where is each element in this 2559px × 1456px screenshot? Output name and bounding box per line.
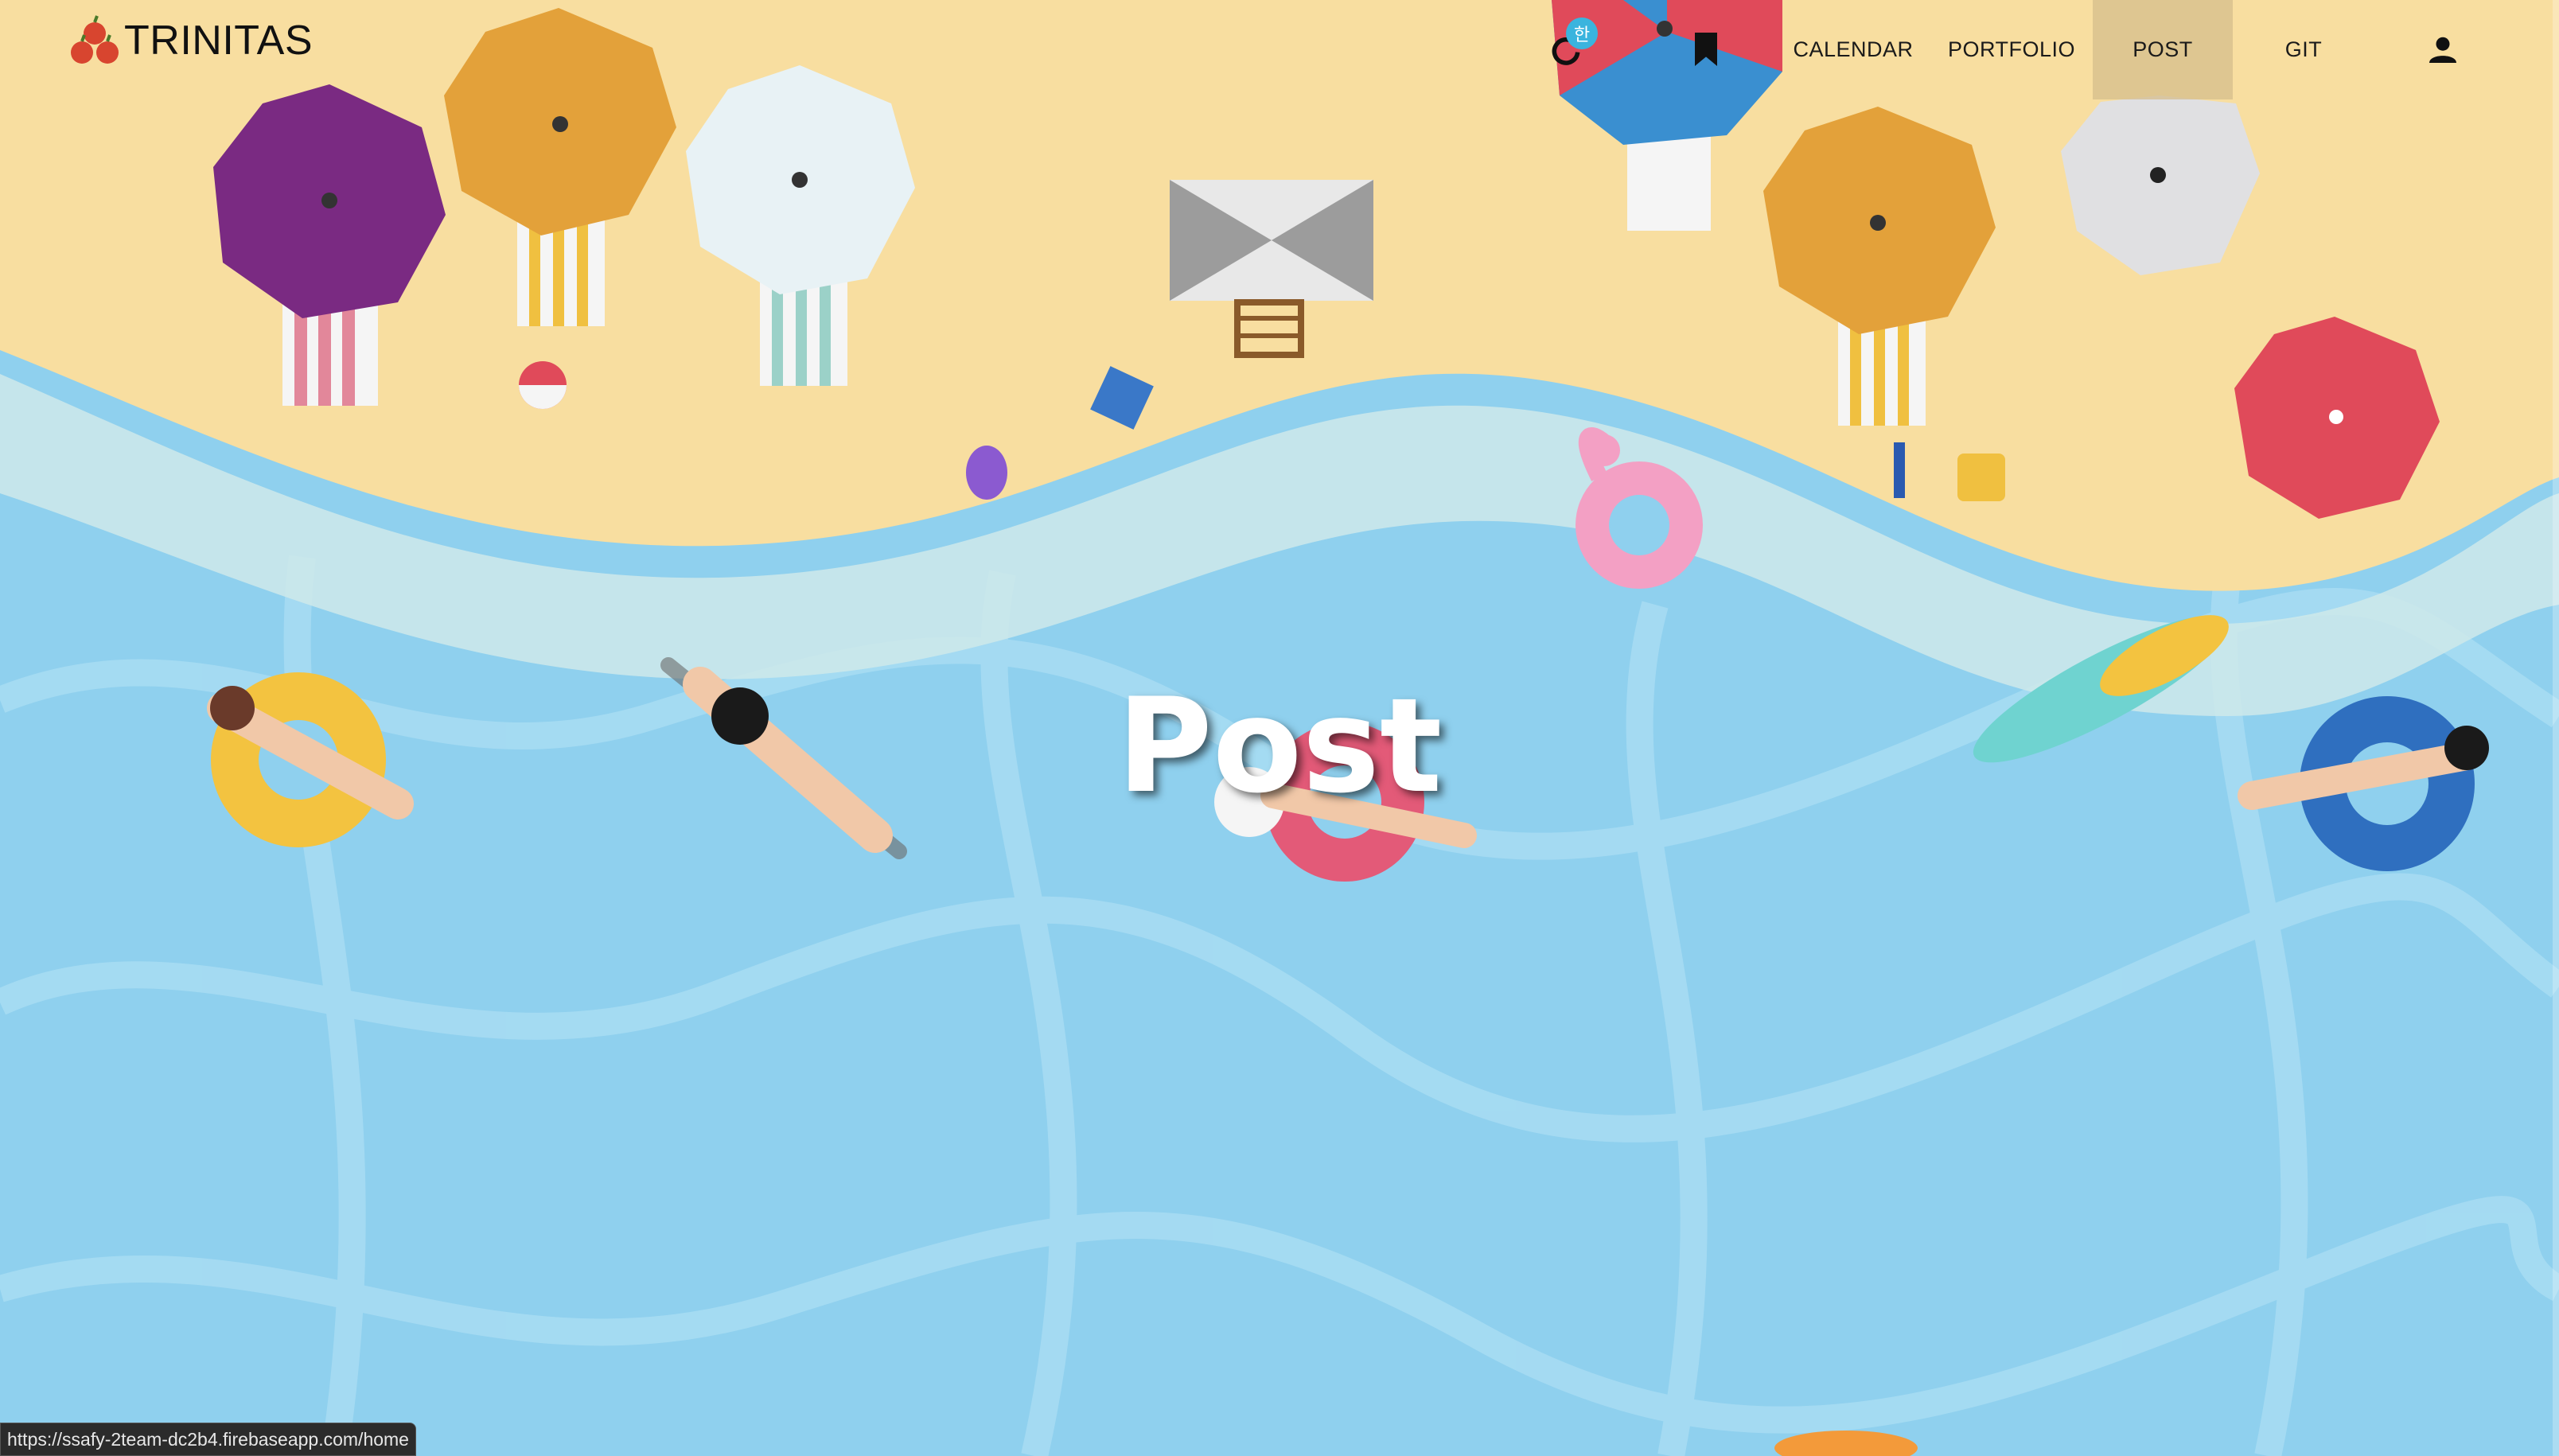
status-bar-url: https://ssafy-2team-dc2b4.firebaseapp.co… [0, 1423, 416, 1456]
nav-post[interactable]: POST [2093, 0, 2233, 99]
language-badge: 한 [1566, 18, 1598, 49]
page-title: Post [1116, 670, 1443, 822]
spade [1894, 442, 1905, 498]
nav-calendar[interactable]: CALENDAR [1786, 0, 1921, 99]
bookmark-icon [1695, 33, 1717, 66]
refresh-language-button[interactable]: 한 [1545, 18, 1598, 70]
scrollbar[interactable] [2553, 0, 2559, 1456]
apple-logo-icon [71, 15, 119, 64]
user-account-button[interactable] [2422, 29, 2464, 70]
bookmark-button[interactable] [1685, 29, 1727, 70]
user-icon [2429, 37, 2456, 63]
flip-flops [966, 446, 1007, 500]
nav-portfolio[interactable]: PORTFOLIO [1942, 0, 2082, 99]
brand-logo[interactable]: TRINITAS [68, 13, 313, 68]
brand-name: TRINITAS [124, 18, 314, 64]
sand-bucket [1957, 454, 2005, 501]
top-navigation: TRINITAS 한 CALENDAR PORTFOLIO POST GIT [0, 0, 2559, 99]
nav-git[interactable]: GIT [2236, 0, 2371, 99]
